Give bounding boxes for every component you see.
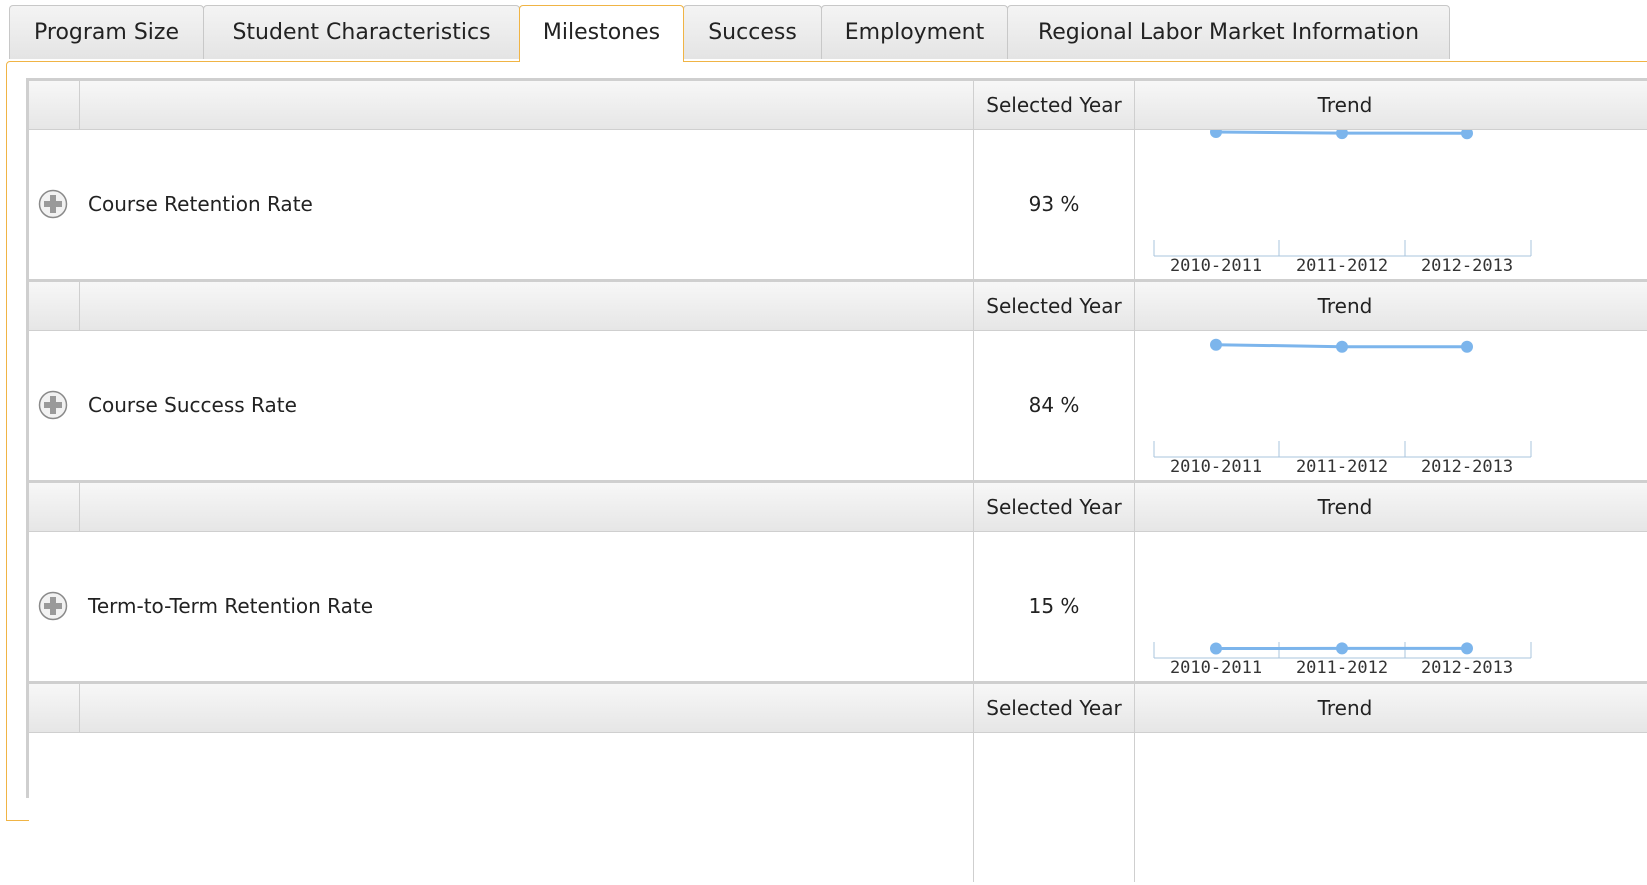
milestones-table: Selected Year Trend Course Retention Rat…: [26, 78, 1647, 798]
header-metric-cell: [80, 684, 974, 732]
tab-program-size[interactable]: Program Size: [9, 5, 204, 59]
x-tick-label: 2012-2013: [1421, 256, 1513, 276]
metric-name-cell: [80, 733, 974, 882]
expand-cell: [29, 130, 79, 279]
metric-name-cell: Course Retention Rate: [80, 130, 974, 279]
header-trend: Trend: [1135, 483, 1555, 531]
tab-success[interactable]: Success: [683, 5, 822, 59]
trend-point: [1210, 643, 1222, 655]
x-tick-label: 2011-2012: [1296, 658, 1388, 678]
trend-sparkline: 2010-2011 2011-2012 2012-2013: [1135, 130, 1555, 279]
trend-point: [1210, 130, 1222, 138]
header-selected-year: Selected Year: [974, 81, 1135, 129]
header-metric-cell: [80, 81, 974, 129]
expand-cell: [29, 331, 79, 480]
table-row: [29, 733, 1647, 882]
trend-sparkline: 2010-2011 2011-2012 2012-2013: [1135, 331, 1555, 480]
x-tick-label: 2012-2013: [1421, 457, 1513, 477]
metric-block: Selected Year Trend Course Success Rate …: [29, 282, 1647, 483]
trend-point: [1461, 642, 1473, 654]
selected-year-value: 84 %: [974, 331, 1135, 480]
table-header: Selected Year Trend: [29, 483, 1647, 532]
tab-milestones[interactable]: Milestones: [519, 5, 684, 62]
metric-block: Selected Year Trend Term-to-Term Retenti…: [29, 483, 1647, 684]
header-metric-cell: [80, 282, 974, 330]
header-expand-cell: [29, 483, 80, 531]
x-axis: [1154, 240, 1531, 256]
selected-year-cell: [974, 733, 1135, 882]
header-selected-year: Selected Year: [974, 282, 1135, 330]
table-row: Term-to-Term Retention Rate 15 % 2010-20…: [29, 532, 1647, 684]
table-header: Selected Year Trend: [29, 684, 1647, 733]
header-metric-cell: [80, 483, 974, 531]
metric-block: Selected Year Trend: [29, 684, 1647, 885]
trend-cell: [1135, 733, 1555, 882]
table-header: Selected Year Trend: [29, 282, 1647, 331]
expand-cell: [29, 733, 79, 882]
table-row: Course Success Rate 84 % 2010-2011 2011-2…: [29, 331, 1647, 483]
header-selected-year: Selected Year: [974, 684, 1135, 732]
trend-cell: 2010-2011 2011-2012 2012-2013: [1135, 130, 1555, 279]
trend-point: [1336, 341, 1348, 353]
x-tick-label: 2010-2011: [1170, 256, 1262, 276]
trend-sparkline: 2010-2011 2011-2012 2012-2013: [1135, 532, 1555, 681]
metric-name-cell: Course Success Rate: [80, 331, 974, 480]
x-tick-label: 2012-2013: [1421, 658, 1513, 678]
plus-circle-icon[interactable]: [38, 189, 68, 219]
metric-name: Course Retention Rate: [80, 192, 313, 216]
tab-employment[interactable]: Employment: [821, 5, 1008, 59]
plus-circle-icon[interactable]: [38, 390, 68, 420]
header-expand-cell: [29, 81, 80, 129]
selected-year-value: 93 %: [974, 130, 1135, 279]
x-tick-label: 2010-2011: [1170, 457, 1262, 477]
x-tick-label: 2010-2011: [1170, 658, 1262, 678]
trend-point: [1210, 339, 1222, 351]
tab-student-characteristics[interactable]: Student Characteristics: [203, 5, 520, 59]
header-trend: Trend: [1135, 282, 1555, 330]
header-expand-cell: [29, 684, 80, 732]
x-axis: [1154, 441, 1531, 457]
expand-cell: [29, 532, 79, 681]
metric-name-cell: Term-to-Term Retention Rate: [80, 532, 974, 681]
metric-block: Selected Year Trend Course Retention Rat…: [29, 81, 1647, 282]
trend-point: [1336, 642, 1348, 654]
trend-cell: 2010-2011 2011-2012 2012-2013: [1135, 331, 1555, 480]
x-tick-label: 2011-2012: [1296, 256, 1388, 276]
table-row: Course Retention Rate 93 % 2010-2011 2011…: [29, 130, 1647, 282]
plus-circle-icon[interactable]: [38, 591, 68, 621]
metric-name: Term-to-Term Retention Rate: [80, 594, 373, 618]
header-selected-year: Selected Year: [974, 483, 1135, 531]
table-header: Selected Year Trend: [29, 81, 1647, 130]
trend-point: [1336, 130, 1348, 139]
header-trend: Trend: [1135, 81, 1555, 129]
header-trend: Trend: [1135, 684, 1555, 732]
x-tick-label: 2011-2012: [1296, 457, 1388, 477]
selected-year-value: 15 %: [974, 532, 1135, 681]
metric-name: Course Success Rate: [80, 393, 297, 417]
trend-point: [1461, 341, 1473, 353]
trend-point: [1461, 130, 1473, 139]
header-expand-cell: [29, 282, 80, 330]
trend-cell: 2010-2011 2011-2012 2012-2013: [1135, 532, 1555, 681]
tab-regional-labor-market-information[interactable]: Regional Labor Market Information: [1007, 5, 1450, 59]
tab-bar: Program Size Student Characteristics Mil…: [0, 0, 1647, 64]
